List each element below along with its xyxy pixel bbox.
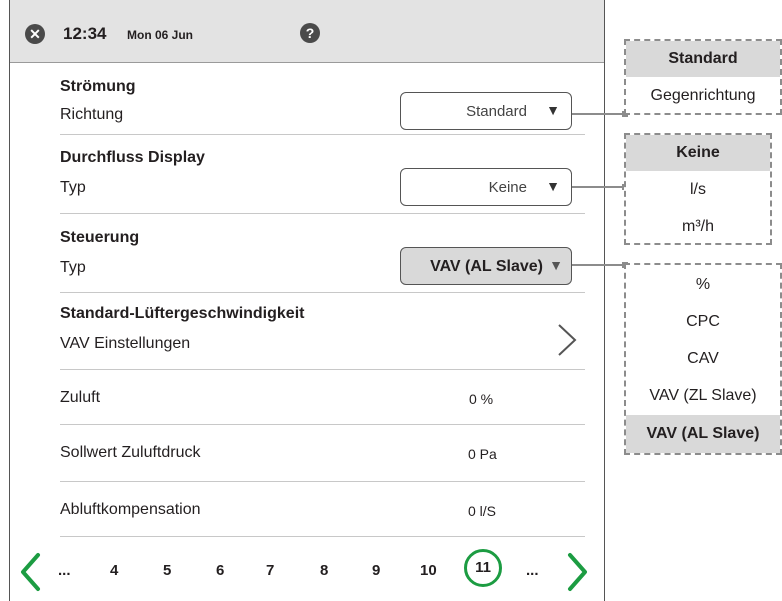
chevron-right-page-icon[interactable]: [566, 552, 590, 592]
chevron-right-icon[interactable]: [556, 322, 578, 358]
option-standard[interactable]: Standard: [626, 41, 780, 77]
page-4[interactable]: 4: [110, 562, 118, 579]
clock-date: Mon 06 Jun: [127, 28, 194, 42]
page-5[interactable]: 5: [163, 562, 171, 579]
page-8[interactable]: 8: [320, 562, 328, 579]
option-cav[interactable]: CAV: [626, 341, 780, 377]
setting-label: Abluftkompensation: [60, 501, 201, 518]
durchfluss-dropdown[interactable]: Keine ▼: [400, 168, 572, 206]
setting-stroemung: Strömung Richtung Standard ▼: [60, 63, 585, 135]
clock-time: 12:34: [63, 24, 107, 43]
option-gegenrichtung[interactable]: Gegenrichtung: [626, 78, 780, 114]
dropdown-arrow-icon: ▼: [546, 178, 560, 194]
setting-label: Typ: [60, 179, 86, 196]
setting-steuerung: Steuerung Typ VAV (AL Slave) ▼: [60, 213, 585, 293]
dropdown-arrow-icon: ▼: [546, 102, 560, 118]
page-9[interactable]: 9: [372, 562, 380, 579]
setting-durchfluss: Durchfluss Display Typ Keine ▼: [60, 134, 585, 214]
setting-value: 0 %: [469, 391, 494, 407]
dropdown-value: Keine: [488, 179, 527, 196]
option-vav-zl-slave[interactable]: VAV (ZL Slave): [626, 378, 780, 414]
setting-label: Richtung: [60, 106, 124, 123]
device-screen: ✕ 12:34 Mon 06 Jun ? Strömung Richtung S…: [9, 0, 605, 601]
setting-abluft[interactable]: Abluftkompensation 0 l/S: [60, 481, 585, 537]
setting-label: Sollwert Zuluftdruck: [60, 444, 201, 461]
steuerung-options-panel: % CPC CAV VAV (ZL Slave) VAV (AL Slave): [624, 263, 782, 455]
page-6[interactable]: 6: [216, 562, 224, 579]
section-heading: Standard-Lüftergeschwindigkeit: [60, 305, 305, 322]
page-current[interactable]: 11: [464, 549, 502, 587]
setting-label: Typ: [60, 259, 86, 276]
page-10[interactable]: 10: [420, 562, 437, 579]
durchfluss-options-panel: Keine l/s m³/h: [624, 133, 772, 245]
close-icon[interactable]: ✕: [25, 24, 45, 44]
setting-label: Zuluft: [60, 389, 101, 406]
dropdown-value: VAV (AL Slave): [430, 258, 543, 275]
dropdown-arrow-icon: ▼: [549, 257, 563, 273]
option-m3h[interactable]: m³/h: [626, 209, 770, 245]
chevron-left-icon[interactable]: [18, 552, 42, 592]
section-heading: Steuerung: [60, 229, 140, 246]
section-heading: Strömung: [60, 78, 136, 95]
option-percent[interactable]: %: [626, 267, 780, 303]
option-cpc[interactable]: CPC: [626, 304, 780, 340]
page-ellipsis-end[interactable]: ...: [526, 562, 539, 579]
richtung-options-panel: Standard Gegenrichtung: [624, 39, 782, 115]
option-ls[interactable]: l/s: [626, 172, 770, 208]
help-icon[interactable]: ?: [300, 23, 320, 43]
setting-value: 0 l/S: [468, 503, 497, 519]
dropdown-value: Standard: [466, 103, 527, 120]
status-bar: ✕ 12:34 Mon 06 Jun ?: [10, 0, 604, 63]
setting-luefter[interactable]: Standard-Lüftergeschwindigkeit VAV Einst…: [60, 292, 585, 370]
richtung-dropdown[interactable]: Standard ▼: [400, 92, 572, 130]
setting-zuluft[interactable]: Zuluft 0 %: [60, 369, 585, 425]
option-vav-al-slave[interactable]: VAV (AL Slave): [626, 415, 780, 453]
pagination: ... 4 5 6 7 8 9 10 11 ...: [10, 548, 604, 598]
page-7[interactable]: 7: [266, 562, 274, 579]
setting-value: 0 Pa: [468, 446, 497, 462]
page-ellipsis[interactable]: ...: [58, 562, 71, 579]
steuerung-dropdown[interactable]: VAV (AL Slave) ▼: [400, 247, 572, 285]
option-keine[interactable]: Keine: [626, 135, 770, 171]
section-heading: Durchfluss Display: [60, 149, 205, 166]
setting-label: VAV Einstellungen: [60, 335, 191, 352]
option-connectors: [572, 111, 628, 268]
setting-sollwert[interactable]: Sollwert Zuluftdruck 0 Pa: [60, 424, 585, 482]
